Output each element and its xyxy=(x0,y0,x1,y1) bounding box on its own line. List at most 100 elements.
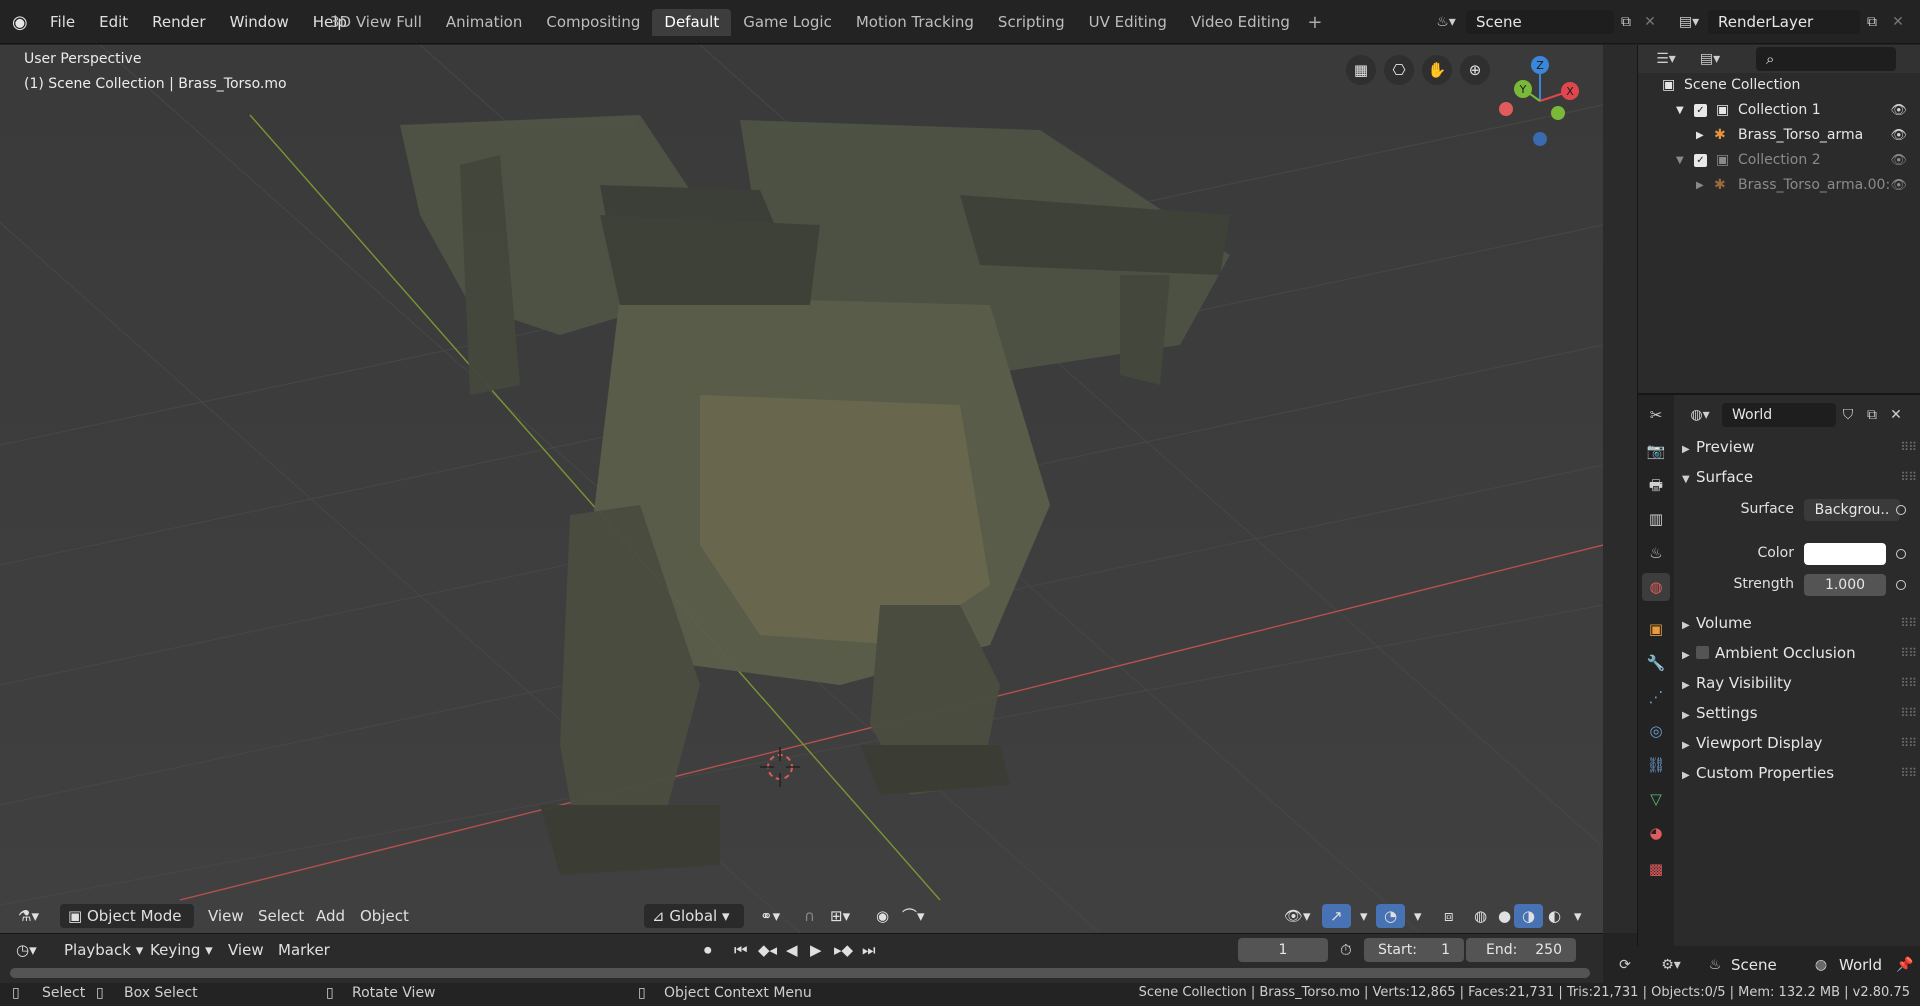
panel-preview[interactable]: ▶ Preview ⠿⠿ xyxy=(1682,433,1918,461)
render-tab-icon[interactable]: 📷 xyxy=(1642,437,1670,465)
view-layer-tab-icon[interactable]: ▥ xyxy=(1642,505,1670,533)
menu-select[interactable]: Select xyxy=(250,904,312,928)
camera-view-icon[interactable]: ⎔ xyxy=(1384,55,1414,85)
preview-range-icon[interactable]: ⏱ xyxy=(1334,938,1358,962)
menu-render[interactable]: Render xyxy=(140,13,217,31)
transform-orientation-dropdown[interactable]: ⊿ Global ▾ xyxy=(644,904,744,928)
object-mode-dropdown[interactable]: ▣ Object Mode ▾ xyxy=(60,904,194,933)
menu-keying[interactable]: Keying ▾ xyxy=(144,938,219,962)
panel-settings[interactable]: ▶ Settings ⠿⠿ xyxy=(1682,699,1918,727)
falloff-icon[interactable]: ⌒▾ xyxy=(894,904,933,928)
surface-shader-dropdown[interactable]: Backgrou.. xyxy=(1804,499,1900,521)
menu-object[interactable]: Object xyxy=(352,904,417,928)
navigation-gizmo[interactable]: Z X Y xyxy=(1480,53,1600,153)
overlays-dropdown-icon[interactable]: ▾ xyxy=(1406,904,1430,928)
current-frame-field[interactable]: 1 xyxy=(1238,938,1328,962)
blender-logo-icon[interactable]: ◉ xyxy=(12,12,34,33)
outliner-row-brass-torso-arma[interactable]: ▶ ✱ Brass_Torso_arma 👁 xyxy=(1638,123,1920,148)
menu-marker[interactable]: Marker xyxy=(272,938,336,962)
jump-to-start-icon[interactable]: ⏮ xyxy=(728,938,754,962)
overlays-toggle-icon[interactable]: ◔ xyxy=(1376,904,1406,928)
end-frame-field[interactable]: End: 250 xyxy=(1466,938,1576,962)
menu-file[interactable]: File xyxy=(38,13,87,31)
expand-arrow-icon[interactable]: ▼ xyxy=(1676,98,1684,123)
jump-to-end-icon[interactable]: ⏭ xyxy=(856,938,882,962)
modifier-tab-icon[interactable]: 🔧 xyxy=(1642,649,1670,677)
shading-dropdown-icon[interactable]: ▾ xyxy=(1566,904,1590,928)
pan-hand-icon[interactable]: ✋ xyxy=(1422,55,1452,85)
object-tab-icon[interactable]: ▣ xyxy=(1642,615,1670,643)
menu-window[interactable]: Window xyxy=(218,13,301,31)
new-world-icon[interactable]: ⧉ xyxy=(1860,403,1884,427)
panel-volume[interactable]: ▶ Volume ⠿⠿ xyxy=(1682,609,1918,637)
play-reverse-icon[interactable]: ◀ xyxy=(780,938,804,962)
tool-tab-icon[interactable]: ✂ xyxy=(1642,401,1670,429)
texture-tab-icon[interactable]: ▩ xyxy=(1642,855,1670,883)
play-icon[interactable]: ▶ xyxy=(804,938,828,962)
data-tab-icon[interactable]: ▽ xyxy=(1642,785,1670,813)
add-workspace-button[interactable]: + xyxy=(1302,9,1328,36)
snap-icon[interactable]: ∩ xyxy=(796,904,823,928)
tab-video-editing[interactable]: Video Editing xyxy=(1179,9,1302,36)
world-tab-icon[interactable]: ◍ xyxy=(1642,573,1670,601)
eye-icon[interactable]: 👁 xyxy=(1890,98,1907,123)
jump-to-next-keyframe-icon[interactable]: ▸◆ xyxy=(828,938,859,962)
menu-view[interactable]: View xyxy=(200,904,252,928)
pivot-point-icon[interactable]: ⚭▾ xyxy=(752,904,788,928)
timeline-editor-type-icon[interactable]: ◷▾ xyxy=(10,938,43,962)
display-mode-icon[interactable]: ▤▾ xyxy=(1692,47,1728,71)
physics-tab-icon[interactable]: ◎ xyxy=(1642,717,1670,745)
menu-add[interactable]: Add xyxy=(308,904,353,928)
outliner-row-brass-torso-arma-001[interactable]: ▶ ✱ Brass_Torso_arma.00: 👁 xyxy=(1638,173,1920,198)
tab-3d-view-full[interactable]: 3D View Full xyxy=(318,9,434,36)
strength-link-icon[interactable] xyxy=(1896,580,1906,590)
panel-surface[interactable]: ▼ Surface ⠿⠿ xyxy=(1682,463,1918,491)
pin-icon[interactable]: 📌 xyxy=(1893,953,1917,977)
output-tab-icon[interactable]: 🖶 xyxy=(1642,471,1670,499)
tab-compositing[interactable]: Compositing xyxy=(534,9,652,36)
3d-viewport[interactable]: User Perspective (1) Scene Collection | … xyxy=(0,45,1603,933)
expand-arrow-icon[interactable]: ▼ xyxy=(1676,148,1684,173)
tab-motion-tracking[interactable]: Motion Tracking xyxy=(844,9,986,36)
view-layer-selector-icon[interactable]: ▤▾ xyxy=(1672,10,1706,34)
record-keyframe-icon[interactable]: ⏺ xyxy=(698,938,718,962)
drag-handle-icon[interactable]: ⠿⠿ xyxy=(1900,609,1917,637)
ao-checkbox[interactable] xyxy=(1696,646,1709,659)
footer-scene-label[interactable]: Scene xyxy=(1731,956,1777,974)
new-view-layer-icon[interactable]: ⧉ xyxy=(1860,10,1884,34)
material-shading-icon[interactable]: ◑ xyxy=(1514,904,1544,928)
fake-user-shield-icon[interactable]: ⛉ xyxy=(1836,403,1860,427)
gizmo-toggle-icon[interactable]: ↗ xyxy=(1322,904,1351,928)
gizmo-dropdown-icon[interactable]: ▾ xyxy=(1352,904,1376,928)
tab-animation[interactable]: Animation xyxy=(434,9,534,36)
proportional-edit-icon[interactable]: ◉ xyxy=(868,904,897,928)
expand-arrow-icon[interactable]: ▶ xyxy=(1696,173,1704,198)
xray-toggle-icon[interactable]: ⧈ xyxy=(1436,904,1462,928)
material-tab-icon[interactable]: ◕ xyxy=(1642,819,1670,847)
surface-link-icon[interactable] xyxy=(1896,505,1906,515)
tab-uv-editing[interactable]: UV Editing xyxy=(1077,9,1179,36)
panel-custom-properties[interactable]: ▶ Custom Properties ⠿⠿ xyxy=(1682,759,1918,787)
menu-timeline-view[interactable]: View xyxy=(222,938,270,962)
drag-handle-icon[interactable]: ⠿⠿ xyxy=(1900,729,1917,757)
color-link-icon[interactable] xyxy=(1896,549,1906,559)
panel-ambient-occlusion[interactable]: ▶ Ambient Occlusion ⠿⠿ xyxy=(1682,639,1918,667)
footer-world-label[interactable]: World xyxy=(1839,956,1882,974)
panel-ray-visibility[interactable]: ▶ Ray Visibility ⠿⠿ xyxy=(1682,669,1918,697)
menu-playback[interactable]: Playback ▾ xyxy=(58,938,149,962)
color-swatch[interactable] xyxy=(1804,543,1886,565)
menu-edit[interactable]: Edit xyxy=(87,13,140,31)
sync-icon[interactable]: ⟳ xyxy=(1613,953,1637,977)
panel-viewport-display[interactable]: ▶ Viewport Display ⠿⠿ xyxy=(1682,729,1918,757)
tab-scripting[interactable]: Scripting xyxy=(986,9,1077,36)
visibility-icon[interactable]: 👁▾ xyxy=(1276,904,1319,928)
outliner-search-input[interactable]: ⌕ xyxy=(1756,47,1896,71)
drag-handle-icon[interactable]: ⠿⠿ xyxy=(1900,669,1917,697)
jump-to-prev-keyframe-icon[interactable]: ◆◂ xyxy=(752,938,783,962)
timeline-scrubber[interactable] xyxy=(10,968,1590,978)
start-frame-field[interactable]: Start: 1 xyxy=(1364,938,1464,962)
tab-game-logic[interactable]: Game Logic xyxy=(731,9,844,36)
outliner-row-collection-2[interactable]: ▼ ✓ ▣ Collection 2 👁 xyxy=(1638,148,1920,173)
scene-name-field[interactable]: Scene xyxy=(1466,10,1614,34)
drag-handle-icon[interactable]: ⠿⠿ xyxy=(1900,433,1917,461)
